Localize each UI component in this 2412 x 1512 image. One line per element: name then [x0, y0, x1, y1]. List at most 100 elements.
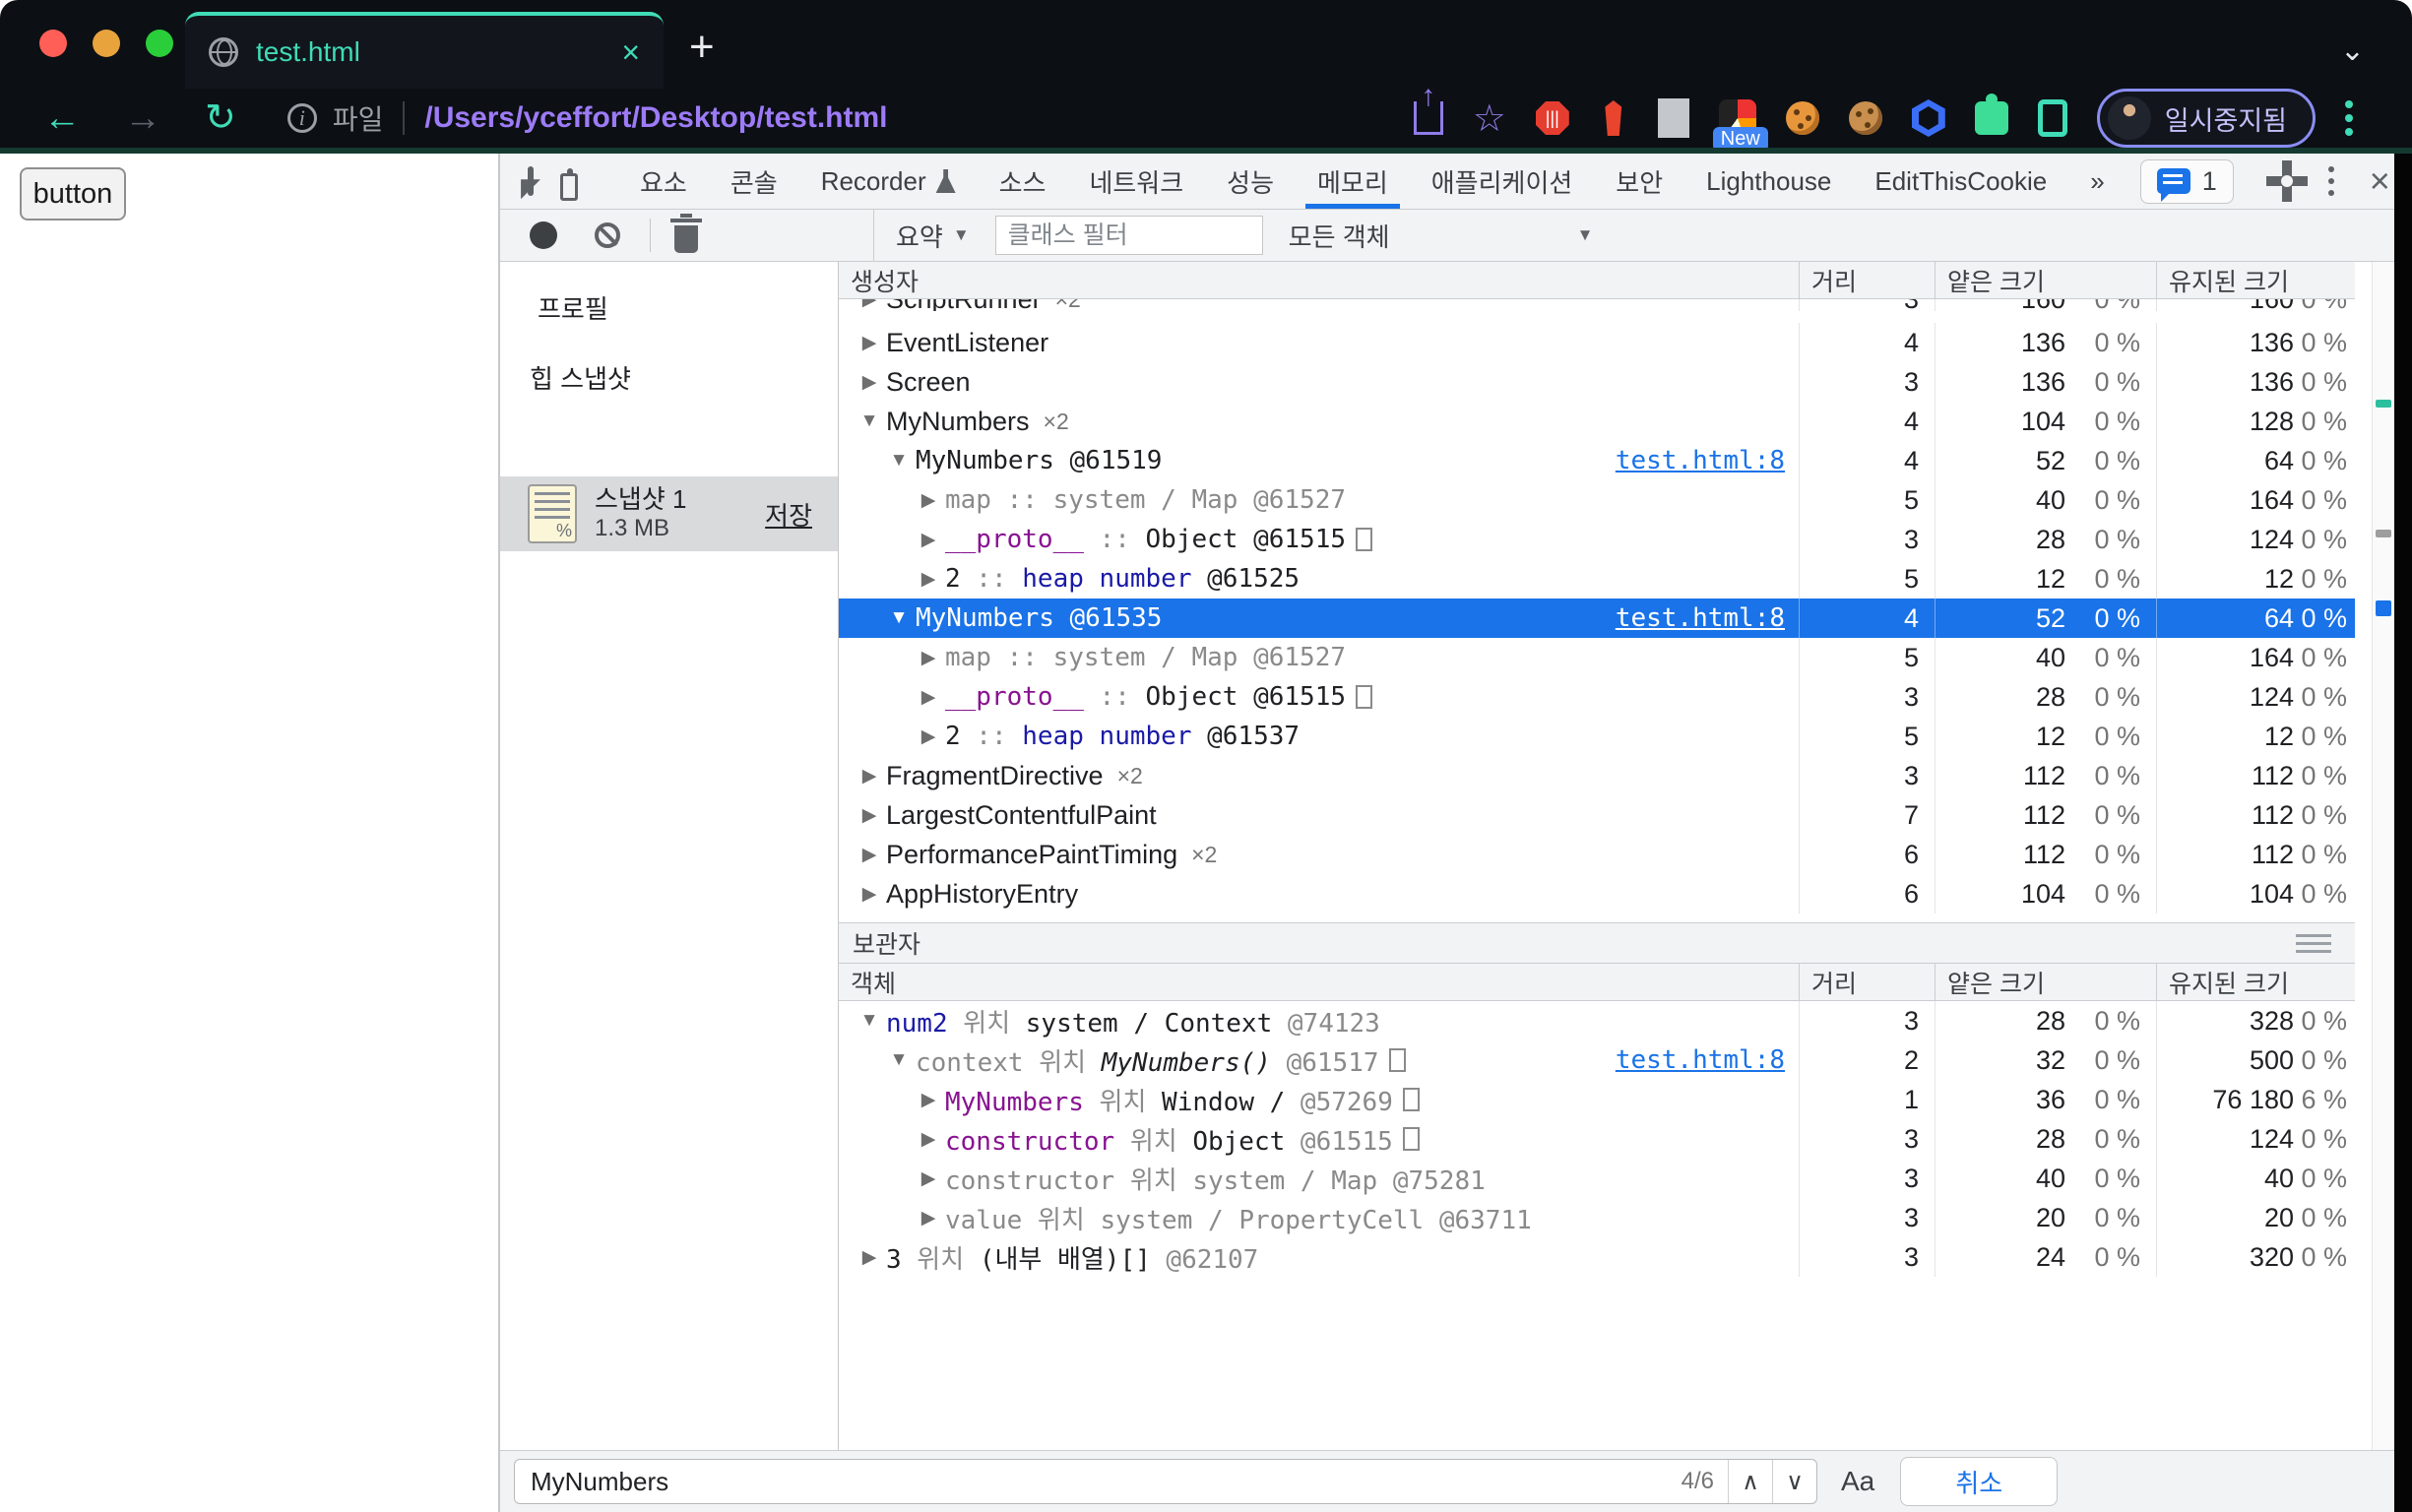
collapsed-triangle-icon[interactable]: ▶ [853, 371, 886, 394]
tab-search-chevron-icon[interactable]: ⌄ [2340, 33, 2365, 68]
collapsed-triangle-icon[interactable]: ▶ [912, 1089, 945, 1111]
address-bar[interactable]: i 파일 /Users/yceffort/Desktop/test.html [286, 98, 888, 138]
devtools-menu-icon[interactable] [2327, 166, 2334, 196]
clear-icon[interactable] [595, 222, 620, 248]
collapsed-triangle-icon[interactable]: ▶ [912, 1207, 945, 1229]
maximize-window-button[interactable] [146, 30, 173, 57]
profile-chip[interactable]: 일시중지됨 [2096, 89, 2316, 148]
delete-snapshot-icon[interactable] [670, 214, 702, 253]
browser-tab[interactable]: test.html × [185, 12, 664, 89]
page-button[interactable]: button [20, 167, 126, 220]
devtools-tab-5[interactable]: 성능 [1205, 154, 1296, 209]
expanded-triangle-icon[interactable]: ▼ [882, 607, 916, 629]
screenshot-extension-icon[interactable] [1657, 98, 1689, 138]
devtools-tab-9[interactable]: Lighthouse [1684, 154, 1853, 209]
search-next-icon[interactable]: ∨ [1772, 1460, 1816, 1503]
collapsed-triangle-icon[interactable]: ▶ [853, 844, 886, 866]
collapsed-triangle-icon[interactable]: ▶ [853, 1246, 886, 1269]
bookmark-star-icon[interactable]: ☆ [1473, 96, 1506, 141]
search-cancel-button[interactable]: 취소 [1900, 1457, 2059, 1506]
issues-button[interactable]: 1 [2139, 158, 2234, 204]
devtools-tab-4[interactable]: 네트워크 [1067, 154, 1205, 209]
retainer-row[interactable]: ▶ 3 위치 (내부 배열)[] @62107 3 24 0 % 320 0 % [839, 1237, 2355, 1277]
hexagon-extension-icon[interactable] [1911, 99, 1945, 137]
record-heap-icon[interactable] [530, 221, 557, 249]
collapsed-triangle-icon[interactable]: ▶ [853, 804, 886, 827]
collapsed-triangle-icon[interactable]: ▶ [912, 725, 945, 748]
match-case-toggle[interactable]: Aa [1841, 1466, 1874, 1497]
devtools-tab-0[interactable]: 요소 [618, 154, 709, 209]
objects-select-chevron-icon[interactable]: ▼ [1577, 225, 1594, 245]
retainer-row[interactable]: ▶ value 위치 system / PropertyCell @63711 3 2… [839, 1198, 2355, 1237]
expanded-triangle-icon[interactable]: ▼ [853, 1010, 886, 1032]
source-location-link[interactable]: test.html:8 [1616, 603, 1799, 633]
col-distance[interactable]: 거리 [1799, 262, 1935, 298]
devtools-tab-10[interactable]: EditThisCookie [1853, 154, 2068, 209]
retainer-row[interactable]: ▼ num2 위치 system / Context @74123 3 28 0 % 32… [839, 1001, 2355, 1040]
collapsed-triangle-icon[interactable]: ▶ [912, 647, 945, 669]
collapsed-triangle-icon[interactable]: ▶ [912, 529, 945, 551]
adblock-extension-icon[interactable]: ||| [1535, 101, 1569, 135]
retainer-row[interactable]: ▶ MyNumbers 위치 Window / @57269 1 36 0 % 76 18… [839, 1080, 2355, 1119]
collapsed-triangle-icon[interactable]: ▶ [912, 1128, 945, 1151]
inspect-element-icon[interactable]: ◤ [521, 166, 540, 202]
heap-constructor-row[interactable]: ▶ map :: system / Map @61527 5 40 0 % 164 0 % [839, 480, 2355, 520]
url-text[interactable]: /Users/yceffort/Desktop/test.html [424, 101, 887, 135]
tab-close-icon[interactable]: × [621, 36, 640, 68]
devtools-tab-3[interactable]: 소스 [978, 154, 1068, 209]
heap-constructor-row[interactable]: ▶ Screen 3 136 0 % 136 0 % [839, 362, 2355, 402]
view-select-chevron-icon[interactable]: ▼ [953, 225, 970, 245]
expanded-triangle-icon[interactable]: ▼ [882, 450, 916, 472]
search-input[interactable] [515, 1466, 1682, 1497]
col-constructor[interactable]: 생성자 [839, 262, 1799, 298]
view-select-label[interactable]: 요약 [896, 218, 943, 254]
devtools-tab-2[interactable]: Recorder [799, 154, 978, 209]
back-button[interactable]: ← [43, 99, 81, 137]
collapsed-triangle-icon[interactable]: ▶ [912, 686, 945, 709]
collapsed-triangle-icon[interactable]: ▶ [853, 883, 886, 906]
collapsed-triangle-icon[interactable]: ▶ [853, 332, 886, 354]
lighthouse-extension-icon[interactable] [1605, 100, 1622, 136]
source-location-link[interactable]: test.html:8 [1616, 446, 1799, 475]
heap-constructor-row[interactable]: ▶ __proto__ :: Object @61515 3 28 0 % 124 0 % [839, 520, 2355, 559]
source-location-link[interactable]: test.html:8 [1616, 1045, 1799, 1075]
retainer-row[interactable]: ▶ constructor 위치 system / Map @75281 3 40 0 … [839, 1159, 2355, 1198]
collapsed-triangle-icon[interactable]: ▶ [912, 568, 945, 591]
expanded-triangle-icon[interactable]: ▼ [853, 410, 886, 432]
collapsed-triangle-icon[interactable]: ▶ [912, 489, 945, 512]
heap-constructor-row[interactable]: ▶ AppHistoryEntry 6 104 0 % 104 0 % [839, 874, 2355, 914]
new-tab-button[interactable]: + [689, 26, 715, 69]
heap-constructor-row[interactable]: ▶ 2 :: heap number @61525 5 12 0 % 12 0 % [839, 559, 2355, 598]
heap-constructor-row[interactable]: ▶ EventListener 4 136 0 % 136 0 % [839, 323, 2355, 362]
new-badged-extension-icon[interactable]: New [1712, 99, 1768, 152]
collapsed-triangle-icon[interactable]: ▶ [853, 299, 886, 311]
devtools-tab-6[interactable]: 메모리 [1296, 154, 1410, 209]
browser-menu-icon[interactable] [2345, 100, 2353, 136]
devtools-tab-7[interactable]: 애플리케이션 [1410, 154, 1595, 209]
objects-select-value[interactable]: 모든 객체 [1289, 218, 1390, 254]
collapsed-triangle-icon[interactable]: ▶ [912, 1167, 945, 1190]
collapsed-triangle-icon[interactable]: ▶ [853, 765, 886, 788]
site-info-icon[interactable]: i [286, 103, 317, 133]
col-shallow-size[interactable]: 얕은 크기 [1935, 262, 2156, 298]
col-object[interactable]: 객체 [839, 964, 1799, 1000]
heap-constructor-row[interactable]: ▶ __proto__ :: Object @61515 3 28 0 % 124 0 % [839, 677, 2355, 717]
heap-constructor-row[interactable]: ▼ MyNumbers @61535 test.html:8 4 52 0 % 64 0 % [839, 598, 2355, 638]
col-retained-size[interactable]: 유지된 크기 [2156, 964, 2355, 1000]
col-retained-size[interactable]: 유지된 크기 [2156, 262, 2355, 298]
retainer-row[interactable]: ▶ constructor 위치 Object @61515 3 28 0 % 124 0 … [839, 1119, 2355, 1159]
heap-constructor-row[interactable]: ▶ PerformancePaintTiming ×2 6 112 0 % 112 0 % [839, 835, 2355, 874]
cookie-extension-icon[interactable] [1785, 101, 1819, 135]
forward-button[interactable]: → [124, 99, 161, 137]
reload-button[interactable]: ↻ [205, 99, 236, 137]
heap-constructor-row[interactable]: ▼ MyNumbers @61519 test.html:8 4 52 0 % 64 0 % [839, 441, 2355, 480]
cookie-editor-extension-icon[interactable] [1848, 101, 1882, 135]
col-shallow-size[interactable]: 얕은 크기 [1935, 964, 2156, 1000]
share-icon[interactable]: ↑ [1413, 80, 1443, 135]
col-distance[interactable]: 거리 [1799, 964, 1935, 1000]
close-window-button[interactable] [39, 30, 67, 57]
search-prev-icon[interactable]: ∧ [1728, 1460, 1772, 1503]
heap-constructor-row[interactable]: ▼ MyNumbers ×2 4 104 0 % 128 0 % [839, 402, 2355, 441]
close-devtools-icon[interactable]: × [2370, 160, 2390, 202]
heap-constructor-row[interactable]: ▶ 2 :: heap number @61537 5 12 0 % 12 0 % [839, 717, 2355, 756]
